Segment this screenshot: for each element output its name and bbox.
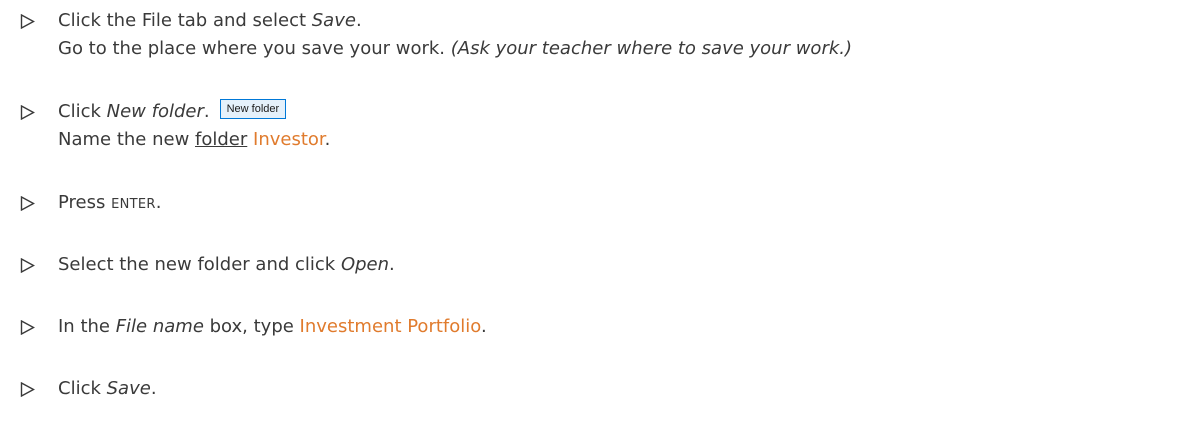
step-text: Click [58, 101, 107, 122]
glossary-term-link[interactable]: folder [195, 129, 247, 150]
step-emphasis: New folder [106, 101, 204, 122]
step-text: . [155, 192, 162, 213]
step-2-line-1: Click New folder. New folder [58, 98, 287, 126]
step-text: Select the new folder and click [58, 254, 341, 275]
step-1-line-2: Go to the place where you save your work… [58, 35, 852, 63]
step-text: Click [58, 378, 107, 399]
step-text: . [480, 316, 487, 337]
step-text: Click the File tab and select [58, 10, 312, 31]
step-2-line-2: Name the new folder Investor. [58, 126, 330, 154]
step-1-line-1: Click the File tab and select Save. [58, 7, 362, 35]
step-text: Press [58, 192, 112, 213]
step-text: . [324, 129, 331, 150]
step-note: (Ask your teacher where to save your wor… [450, 38, 853, 59]
step-3-line-1: Press ENTER. [58, 189, 161, 219]
step-text: . [203, 101, 210, 122]
step-text: In the [58, 316, 116, 337]
step-4-line-1: Select the new folder and click Open. [58, 251, 395, 279]
step-6-line-1: Click Save. [58, 375, 157, 403]
step-text: . [389, 254, 395, 275]
step-text: box, type [203, 316, 300, 337]
typed-value: Investment Portfolio [299, 316, 481, 337]
triangle-right-outline-icon [20, 258, 35, 273]
key-name: ENTER [111, 197, 156, 212]
triangle-right-outline-icon [20, 320, 35, 335]
step-text: . [150, 378, 157, 399]
step-emphasis: File name [115, 316, 204, 337]
step-emphasis: Save [311, 10, 356, 31]
step-emphasis: Save [106, 378, 151, 399]
triangle-right-outline-icon [20, 382, 35, 397]
step-text: . [355, 10, 362, 31]
step-text: Go to the place where you save your work… [58, 38, 451, 59]
step-5-line-1: In the File name box, type Investment Po… [58, 313, 487, 341]
step-emphasis: Open [340, 254, 390, 275]
triangle-right-outline-icon [20, 105, 35, 120]
new-folder-button[interactable]: New folder [219, 99, 287, 119]
triangle-right-outline-icon [20, 14, 35, 29]
triangle-right-outline-icon [20, 196, 35, 211]
step-text: Name the new [58, 129, 196, 150]
typed-value: Investor [253, 129, 325, 150]
